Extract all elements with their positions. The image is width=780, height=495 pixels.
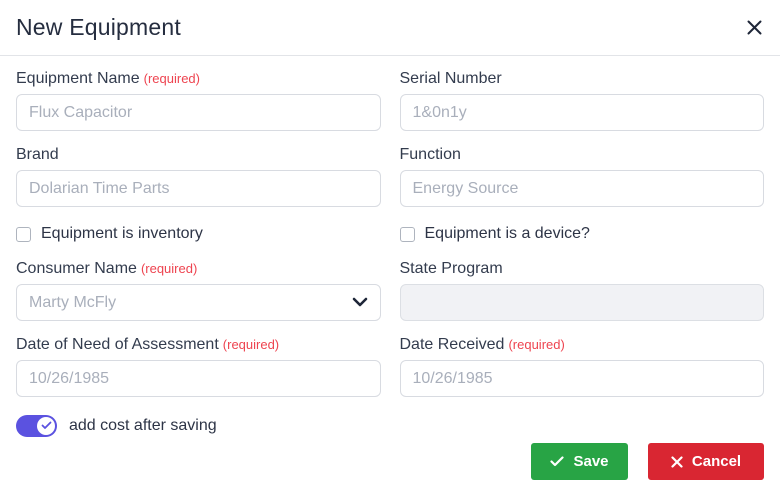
- cancel-button[interactable]: Cancel: [648, 443, 764, 480]
- function-label: Function: [400, 146, 765, 164]
- date-assessment-input[interactable]: [16, 360, 381, 397]
- add-cost-toggle-row: add cost after saving: [16, 415, 381, 437]
- add-cost-toggle[interactable]: [16, 415, 57, 437]
- date-assessment-label: Date of Need of Assessment (required): [16, 336, 381, 354]
- consumer-name-select[interactable]: Marty McFly: [16, 284, 381, 321]
- label-text: Serial Number: [400, 70, 502, 87]
- device-checkbox[interactable]: [400, 227, 415, 242]
- required-tag: (required): [144, 71, 200, 86]
- add-cost-toggle-label[interactable]: add cost after saving: [69, 417, 217, 435]
- required-tag: (required): [508, 337, 564, 352]
- consumer-name-label: Consumer Name (required): [16, 260, 381, 278]
- check-icon: [41, 417, 52, 435]
- new-equipment-modal: New Equipment Equipment Name (required) S…: [0, 0, 780, 495]
- date-received-label: Date Received(required): [400, 336, 765, 354]
- device-checkbox-label[interactable]: Equipment is a device?: [425, 225, 590, 243]
- required-tag: (required): [141, 261, 197, 276]
- page-title: New Equipment: [16, 14, 181, 41]
- state-program-input: [400, 284, 765, 321]
- save-button-label: Save: [573, 453, 608, 470]
- close-button[interactable]: [740, 14, 768, 42]
- toggle-knob: [37, 417, 55, 435]
- date-received-group: Date Received(required): [400, 336, 765, 397]
- function-group: Function: [400, 146, 765, 207]
- save-button[interactable]: Save: [531, 443, 628, 480]
- inventory-checkbox-row: Equipment is inventory: [16, 225, 381, 243]
- consumer-name-value: Marty McFly: [29, 294, 116, 312]
- chevron-down-icon: [352, 294, 368, 312]
- serial-number-label: Serial Number: [400, 70, 765, 88]
- brand-input[interactable]: [16, 170, 381, 207]
- consumer-name-group: Consumer Name (required) Marty McFly: [16, 260, 381, 321]
- state-program-label: State Program: [400, 260, 765, 278]
- label-text: Consumer Name: [16, 260, 137, 277]
- cancel-button-label: Cancel: [692, 453, 741, 470]
- modal-footer: Save Cancel: [0, 443, 780, 495]
- label-text: Function: [400, 146, 461, 163]
- serial-number-group: Serial Number: [400, 70, 765, 131]
- required-tag: (required): [223, 337, 279, 352]
- brand-label: Brand: [16, 146, 381, 164]
- equipment-name-input[interactable]: [16, 94, 381, 131]
- label-text: Equipment Name: [16, 70, 140, 87]
- inventory-checkbox[interactable]: [16, 227, 31, 242]
- serial-number-input[interactable]: [400, 94, 765, 131]
- check-icon: [550, 456, 564, 467]
- state-program-group: State Program: [400, 260, 765, 321]
- label-text: Date of Need of Assessment: [16, 336, 219, 353]
- label-text: Brand: [16, 146, 59, 163]
- brand-group: Brand: [16, 146, 381, 207]
- modal-header: New Equipment: [0, 0, 780, 56]
- label-text: State Program: [400, 260, 503, 277]
- equipment-name-group: Equipment Name (required): [16, 70, 381, 131]
- label-text: Date Received: [400, 336, 505, 353]
- date-assessment-group: Date of Need of Assessment (required): [16, 336, 381, 397]
- inventory-checkbox-label[interactable]: Equipment is inventory: [41, 225, 203, 243]
- function-input[interactable]: [400, 170, 765, 207]
- modal-body: Equipment Name (required) Serial Number B…: [0, 56, 780, 443]
- date-received-input[interactable]: [400, 360, 765, 397]
- close-icon: [746, 19, 763, 36]
- equipment-name-label: Equipment Name (required): [16, 70, 381, 88]
- device-checkbox-row: Equipment is a device?: [400, 225, 765, 243]
- x-icon: [671, 456, 683, 468]
